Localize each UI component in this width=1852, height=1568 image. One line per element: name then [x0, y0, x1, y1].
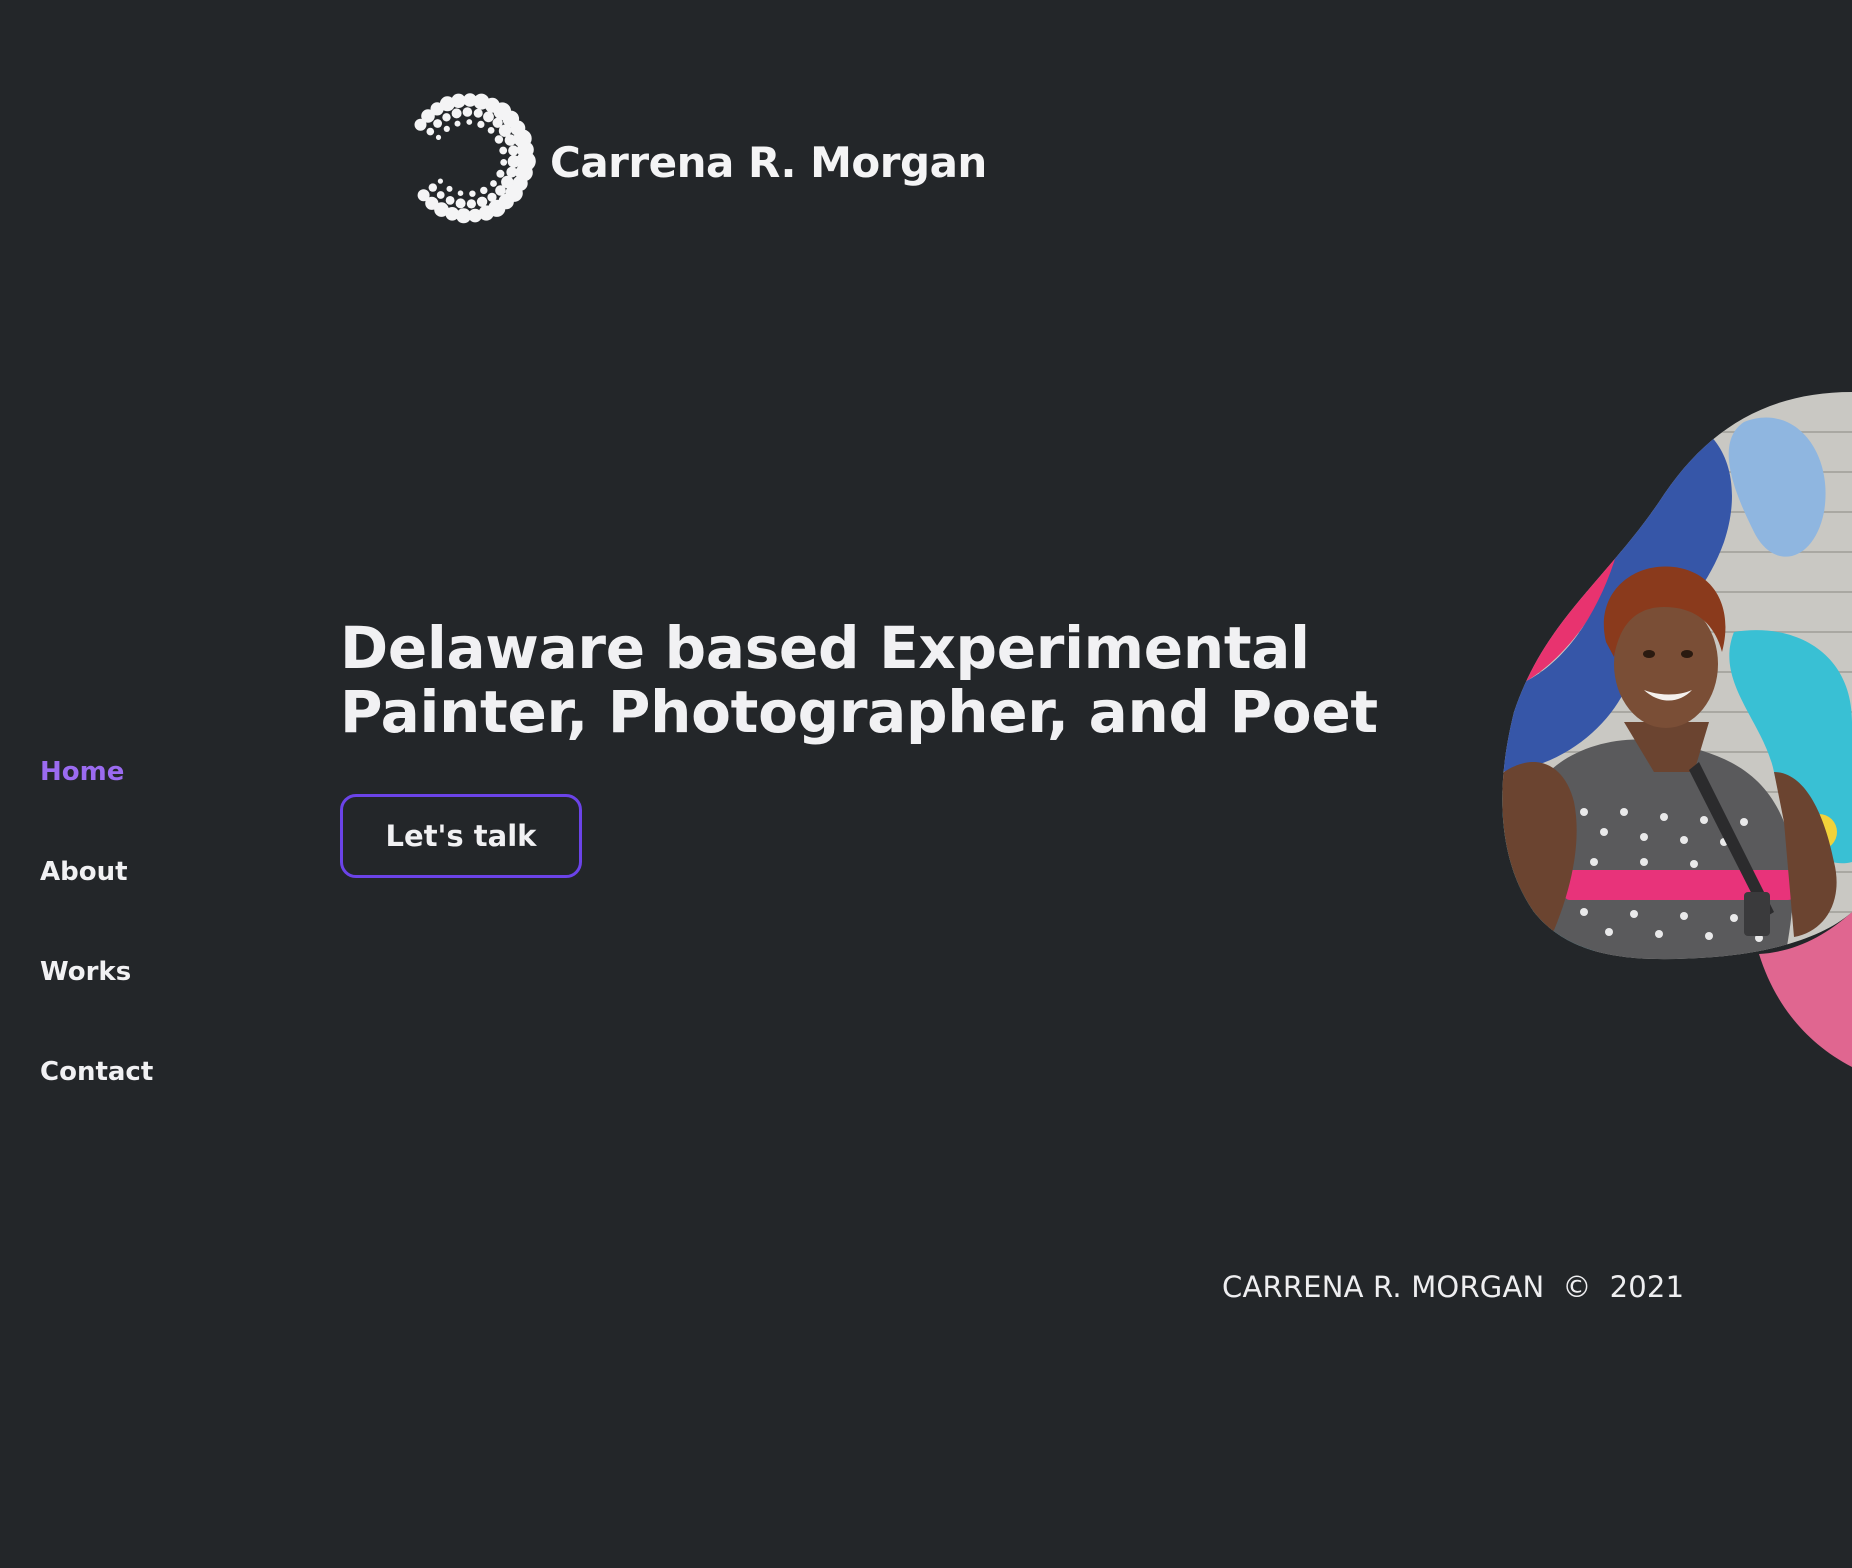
footer-owner: CARRENA R. MORGAN: [1222, 1270, 1545, 1304]
logo-dot: [451, 108, 462, 119]
lets-talk-button[interactable]: Let's talk: [340, 794, 582, 878]
logo-dot: [426, 127, 435, 136]
site-logo-link[interactable]: Carrena R. Morgan: [396, 78, 987, 236]
logo-dot: [414, 118, 427, 131]
portrait-photo: [1502, 392, 1852, 1067]
logo-dot: [508, 145, 519, 156]
logo-dot: [507, 155, 521, 168]
copyright-symbol: ©: [1562, 1270, 1592, 1304]
logo-dot: [442, 113, 451, 122]
logo-dot: [499, 146, 508, 155]
logo-dot: [454, 120, 461, 127]
nav-item-home[interactable]: Home: [40, 750, 153, 850]
logo-dot: [500, 159, 508, 166]
logo-dot: [492, 117, 503, 128]
logo-dot: [494, 135, 504, 144]
logo-dot: [469, 190, 476, 197]
logo-dot: [428, 183, 437, 192]
logo-dot: [435, 134, 442, 140]
logo-dot: [466, 119, 473, 125]
logo-dot: [443, 125, 450, 132]
logo-dot: [501, 175, 514, 189]
nav-item-about[interactable]: About: [40, 850, 153, 950]
logo-dot: [487, 192, 497, 202]
logo-dot: [466, 199, 476, 209]
dotted-c-logo-icon: [414, 93, 536, 224]
logo-dot: [490, 180, 497, 187]
logo-dot: [462, 107, 473, 117]
logo-dot: [457, 190, 464, 196]
site-name: Carrena R. Morgan: [550, 137, 987, 187]
logo-dot: [455, 198, 466, 209]
logo-dot: [496, 169, 505, 178]
logo-dot: [437, 178, 443, 184]
side-nav: Home About Works Contact: [40, 750, 153, 1150]
nav-item-works[interactable]: Works: [40, 950, 153, 1050]
logo-dot: [476, 196, 488, 207]
hero-title-line-1: Delaware based Experimental: [340, 614, 1310, 682]
logo-dot: [487, 127, 495, 134]
logo-dot: [480, 186, 488, 195]
logo-dot: [506, 166, 518, 178]
nav-item-contact[interactable]: Contact: [40, 1050, 153, 1150]
hero-section: Delaware based Experimental Painter, Pho…: [340, 616, 1400, 878]
footer: CARRENA R. MORGAN © 2021: [1222, 1270, 1684, 1304]
logo-dot: [446, 185, 453, 192]
logo-dot: [433, 119, 442, 128]
logo-dot: [483, 111, 494, 123]
footer-year: 2021: [1609, 1270, 1685, 1304]
logo-dot: [436, 191, 445, 199]
logo-dot: [477, 120, 485, 128]
hero-title-line-2: Painter, Photographer, and Poet: [340, 678, 1378, 746]
logo-dot: [445, 196, 455, 205]
hero-title: Delaware based Experimental Painter, Pho…: [340, 616, 1400, 744]
logo-dot: [473, 108, 483, 118]
